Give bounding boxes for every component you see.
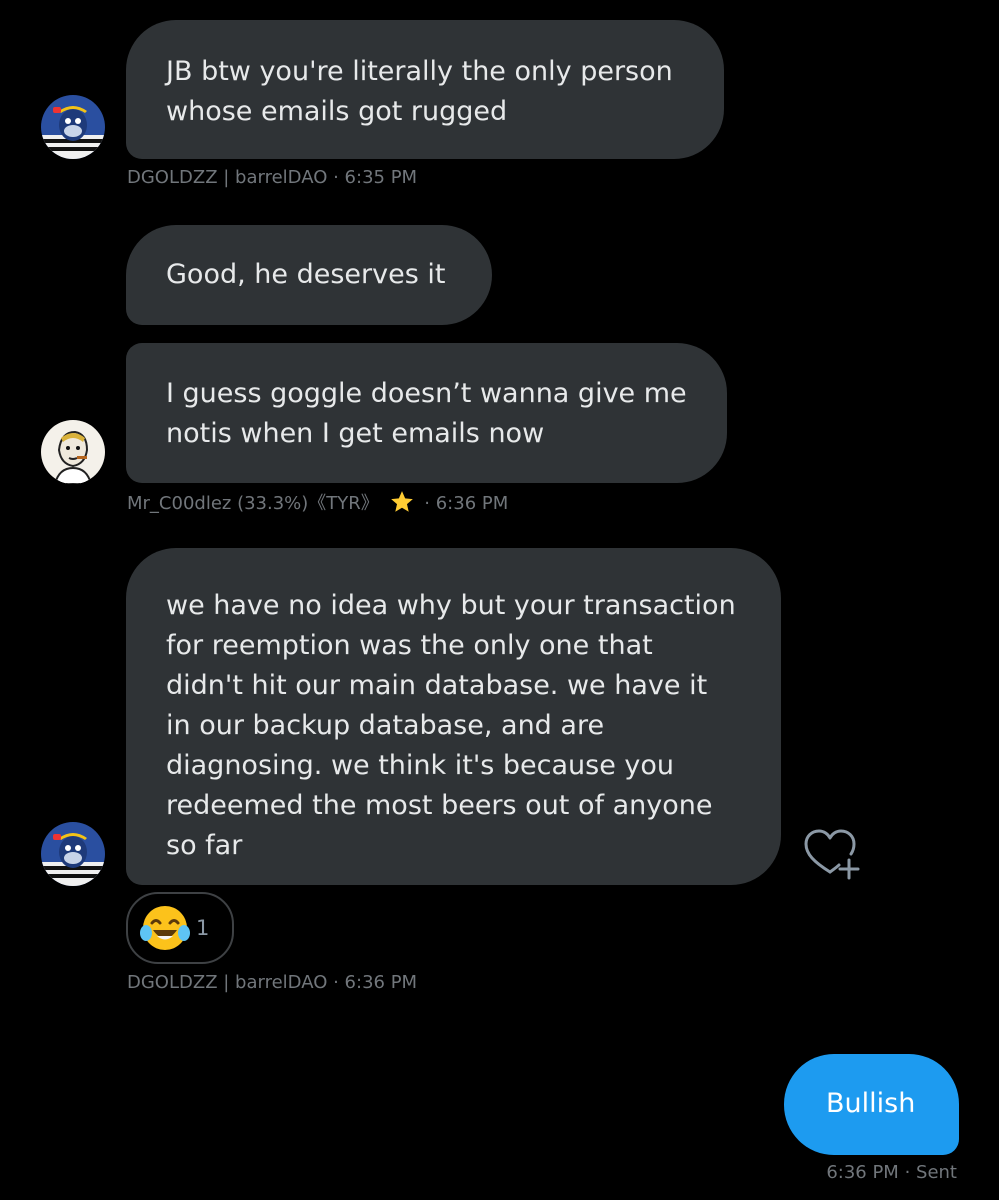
message-time: · 6:36 PM xyxy=(424,493,509,514)
sender-name: DGOLDZZ | barrelDAO xyxy=(127,167,328,188)
sender-name: Mr_C00dlez (33.3%)《TYR》 xyxy=(127,493,379,514)
message-text-line: I guess goggle doesn’t wanna give me xyxy=(166,378,687,409)
message-bubble[interactable]: Good, he deserves it xyxy=(126,225,492,325)
reaction-count: 1 xyxy=(196,916,210,940)
message-text-line: didn't hit our main database. we have it xyxy=(166,670,708,701)
dgoldzz-avatar-image xyxy=(41,822,105,886)
sent-message-bubble[interactable]: Bullish xyxy=(784,1054,959,1155)
message-time: 6:36 PM xyxy=(826,1162,899,1183)
message-text: Bullish xyxy=(826,1088,916,1119)
message-bubble[interactable]: I guess goggle doesn’t wanna give me not… xyxy=(126,343,727,483)
message-text-line: diagnosing. we think it's because you xyxy=(166,750,675,781)
message-time: · 6:36 PM xyxy=(333,972,418,993)
mr-c00dlez-avatar-image xyxy=(41,420,105,484)
reaction-pill[interactable]: 1 xyxy=(126,892,234,964)
message-time: · 6:35 PM xyxy=(333,167,418,188)
message-text-line: whose emails got rugged xyxy=(166,96,508,127)
message-text-line: JB btw you're literally the only person xyxy=(166,56,673,87)
message-text-line: we have no idea why but your transaction xyxy=(166,590,736,621)
star-icon xyxy=(390,491,413,512)
message-meta: Mr_C00dlez (33.3%)《TYR》 · 6:36 PM xyxy=(127,489,508,516)
message-bubble[interactable]: we have no idea why but your transaction… xyxy=(126,548,781,885)
tears-of-joy-emoji-icon xyxy=(140,906,190,950)
message-text-line: so far xyxy=(166,830,243,861)
message-meta: DGOLDZZ | barrelDAO · 6:36 PM xyxy=(127,971,417,995)
message-text-line: notis when I get emails now xyxy=(166,418,545,449)
message-text-line: redeemed the most beers out of anyone xyxy=(166,790,713,821)
avatar-dgoldzz[interactable] xyxy=(41,822,105,886)
heart-plus-icon xyxy=(804,829,860,880)
react-button[interactable] xyxy=(800,826,864,886)
message-text-line: in our backup database, and are xyxy=(166,710,605,741)
message-bubble[interactable]: JB btw you're literally the only person … xyxy=(126,20,724,159)
avatar-mr-c00dlez[interactable] xyxy=(41,420,105,484)
avatar-dgoldzz[interactable] xyxy=(41,95,105,159)
dgoldzz-avatar-image xyxy=(41,95,105,159)
sent-message-meta: 6:36 PM · Sent xyxy=(826,1161,957,1185)
message-text-line: for reemption was the only one that xyxy=(166,630,653,661)
message-text-line: Good, he deserves it xyxy=(166,259,446,290)
delivery-status: · Sent xyxy=(904,1162,957,1183)
sender-name: DGOLDZZ | barrelDAO xyxy=(127,972,328,993)
message-meta: DGOLDZZ | barrelDAO · 6:35 PM xyxy=(127,166,417,190)
